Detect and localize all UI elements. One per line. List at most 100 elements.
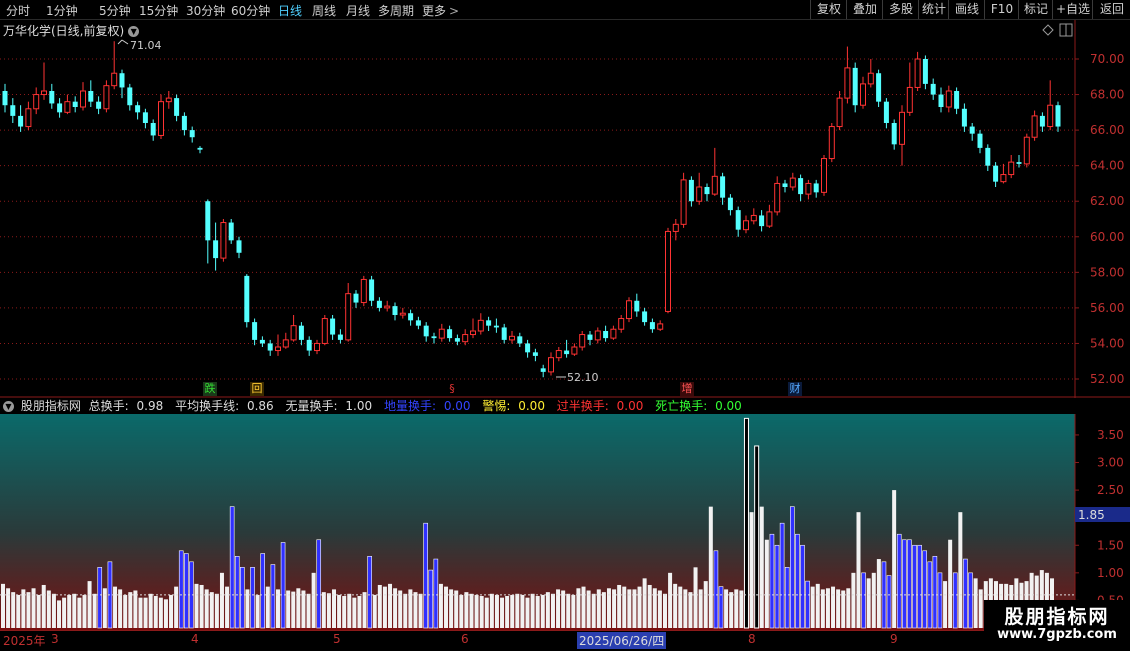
turnover-bar — [484, 597, 489, 628]
total-turnover: 总换手: 0.98 — [88, 399, 164, 413]
date-label-year: 2025年 — [3, 634, 46, 648]
turnover-bar — [398, 590, 403, 628]
turnover-bar — [810, 586, 815, 628]
candle-body-down — [244, 275, 250, 323]
turnover-bar — [525, 597, 530, 628]
candle-body-down — [1055, 105, 1061, 127]
turnover-indicator-chart[interactable]: 3.503.002.502.001.501.000.50 1.85 — [0, 414, 1130, 630]
turnover-bar — [138, 597, 143, 628]
watermark-url: www.7gpzb.com — [997, 627, 1117, 642]
chevron-down-icon[interactable]: ▼ — [128, 26, 140, 37]
period-tab-15min[interactable]: 15分钟 — [139, 2, 178, 19]
period-tab-monthly[interactable]: 月线 — [346, 2, 370, 19]
turnover-bar — [535, 596, 540, 628]
period-tab-weekly[interactable]: 周线 — [312, 2, 336, 19]
candle-body-up — [321, 318, 328, 344]
turnover-bar — [72, 593, 77, 628]
turnover-bar — [606, 588, 611, 628]
candle-body-down — [938, 94, 944, 107]
candle-body-down — [993, 165, 999, 182]
candle-body-down — [96, 101, 102, 109]
turnover-bar — [943, 581, 948, 628]
turnover-bar — [952, 572, 958, 629]
restore-rights-button[interactable]: 复权 — [810, 0, 847, 19]
period-tab-multi[interactable]: 多周期 — [378, 2, 414, 19]
turnover-bar — [876, 559, 881, 628]
turnover-bar — [530, 593, 535, 628]
statistics-button[interactable]: 统计 — [918, 0, 949, 19]
back-button[interactable]: 返回 — [1092, 0, 1130, 19]
period-tab-timeshare[interactable]: 分时 — [6, 2, 30, 19]
period-tab-60min[interactable]: 60分钟 — [231, 2, 270, 19]
turnover-bar — [591, 593, 596, 628]
turnover-bar — [515, 593, 520, 628]
candle-body-down — [704, 187, 710, 195]
candle-body-down — [985, 147, 991, 166]
turnover-bar — [311, 572, 316, 628]
multi-stock-button[interactable]: 多股 — [882, 0, 919, 19]
candle-body-down — [876, 73, 882, 102]
draw-line-button[interactable]: 画线 — [948, 0, 985, 19]
candlestick-chart[interactable]: 70.00 68.00 66.00 64.00 62.00 60.00 58.00 56.00… — [0, 20, 1130, 398]
turnover-bar — [494, 594, 499, 628]
turnover-bar — [800, 544, 805, 629]
price-tick-label: 62.00 — [1090, 194, 1124, 208]
turnover-bar — [479, 596, 484, 628]
turnover-bar — [433, 558, 439, 629]
period-tab-5min[interactable]: 5分钟 — [99, 2, 131, 19]
mark-button[interactable]: 标记 — [1018, 0, 1053, 19]
period-tab-1min[interactable]: 1分钟 — [46, 2, 78, 19]
candle-body-down — [197, 147, 203, 150]
turnover-bar — [214, 593, 219, 628]
candle-body-up — [672, 223, 679, 232]
turnover-bar — [357, 596, 362, 628]
turnover-bar — [291, 591, 296, 628]
turnover-bar — [718, 586, 724, 629]
period-tab-more[interactable]: 更多 > — [422, 2, 459, 19]
candle-body-up — [438, 328, 445, 339]
turnover-bar — [234, 555, 240, 629]
f10-button[interactable]: F10 — [984, 0, 1019, 19]
turnover-bar — [464, 592, 469, 628]
candle-body-down — [540, 368, 546, 372]
watermark: 股朋指标网 www.7gpzb.com — [984, 600, 1130, 648]
marker-fall[interactable]: 跌 — [203, 382, 217, 396]
turnover-bar — [713, 550, 719, 629]
candle-body-down — [587, 334, 593, 340]
date-label-sep: 9 — [890, 632, 898, 646]
period-tab-daily[interactable]: 日线 — [278, 2, 302, 19]
candle-body-down — [150, 123, 156, 136]
turnover-bar — [540, 594, 545, 628]
candle-body-down — [969, 126, 975, 134]
candle-body-down — [181, 115, 187, 131]
turnover-bar — [866, 578, 871, 628]
watermark-name: 股朋指标网 — [1004, 606, 1110, 628]
overlay-button[interactable]: 叠加 — [846, 0, 883, 19]
candle-body-up — [579, 334, 586, 348]
chevron-down-icon[interactable]: ▼ — [3, 401, 14, 412]
candle-body-down — [727, 197, 733, 211]
candle-body-up — [750, 214, 757, 222]
marker-section[interactable]: § — [445, 382, 459, 396]
candle-body-up — [33, 94, 40, 110]
warn-turnover: 警惕: 0.00 — [482, 399, 545, 413]
turnover-bar — [622, 586, 627, 628]
period-tab-30min[interactable]: 30分钟 — [186, 2, 225, 19]
candle-body-down — [1039, 115, 1045, 127]
candle-body-up — [680, 179, 687, 225]
turnover-bar — [749, 512, 754, 628]
add-watchlist-button[interactable]: +自选 — [1052, 0, 1093, 19]
marker-back[interactable]: 回 — [250, 382, 264, 396]
turnover-bar — [133, 590, 138, 628]
half-turnover: 过半换手: 0.00 — [556, 399, 644, 413]
marker-increase[interactable]: 增 — [680, 382, 694, 396]
turnover-bar — [892, 490, 897, 628]
turnover-bar — [418, 593, 423, 628]
candle-body-down — [447, 329, 453, 339]
marker-finance[interactable]: 财 — [788, 382, 802, 396]
base-turnover: 地量换手: 0.00 — [383, 399, 471, 413]
candle-body-down — [891, 123, 897, 145]
turnover-bar — [225, 586, 230, 628]
turnover-bar — [688, 592, 693, 628]
turnover-bar — [912, 544, 917, 629]
